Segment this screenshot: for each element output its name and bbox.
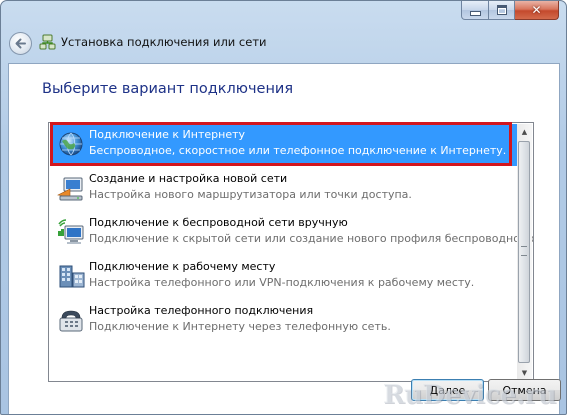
globe-network-icon (59, 132, 83, 156)
close-button[interactable]: ✕ (515, 1, 559, 20)
option-title: Подключение к беспроводной сети вручную (89, 216, 348, 229)
grip-icon (521, 246, 527, 256)
option-dialup[interactable]: Настройка телефонного подключения Подклю… (51, 300, 517, 342)
caption-buttons: ✕ (461, 1, 559, 20)
dialog-content: Выберите вариант подключения Подключение… (8, 63, 561, 414)
option-internet-connection[interactable]: Подключение к Интернету Беспроводное, ск… (51, 124, 517, 166)
close-icon: ✕ (531, 3, 542, 17)
option-title: Подключение к рабочему месту (89, 260, 276, 273)
network-setup-icon (39, 34, 56, 50)
page-heading: Выберите вариант подключения (42, 81, 294, 97)
scroll-thumb[interactable] (518, 141, 530, 363)
option-description: Беспроводное, скоростное или телефонное … (89, 144, 507, 157)
option-description: Настройка нового маршрутизатора или точк… (89, 188, 412, 201)
option-wireless-manual[interactable]: Подключение к беспроводной сети вручную … (51, 212, 533, 254)
wireless-computer-icon (58, 219, 84, 244)
option-title: Настройка телефонного подключения (89, 304, 314, 317)
maximize-icon (496, 5, 507, 15)
scroll-up-icon[interactable]: ▲ (517, 124, 532, 139)
maximize-button[interactable] (489, 1, 515, 20)
option-description: Подключение к скрытой сети или создание … (89, 232, 534, 245)
window-title: Установка подключения или сети (61, 35, 267, 49)
router-setup-icon (57, 177, 83, 201)
option-title: Подключение к Интернету (89, 128, 246, 141)
minimize-icon (469, 10, 481, 16)
minimize-button[interactable] (461, 1, 489, 20)
option-workplace[interactable]: Подключение к рабочему месту Настройка т… (51, 256, 517, 298)
scroll-down-icon[interactable]: ▼ (517, 365, 532, 380)
option-new-network[interactable]: Создание и настройка новой сети Настройк… (51, 168, 517, 210)
cancel-button[interactable]: Отмена (488, 379, 561, 401)
vertical-scrollbar[interactable]: ▲ ▼ (517, 124, 532, 380)
dialog-window: ✕ Установка подключения или сети Выберит… (0, 0, 567, 415)
back-button[interactable] (9, 32, 32, 55)
option-title: Создание и настройка новой сети (89, 172, 288, 185)
next-button[interactable]: Далее (411, 379, 484, 401)
workplace-connection-icon (59, 265, 85, 288)
option-description: Настройка телефонного или VPN-подключени… (89, 276, 475, 289)
dialup-modem-icon (59, 310, 83, 332)
back-arrow-icon (15, 38, 26, 49)
option-description: Подключение к Интернету через телефонную… (89, 320, 391, 333)
connection-options-list: Подключение к Интернету Беспроводное, ск… (48, 122, 534, 382)
